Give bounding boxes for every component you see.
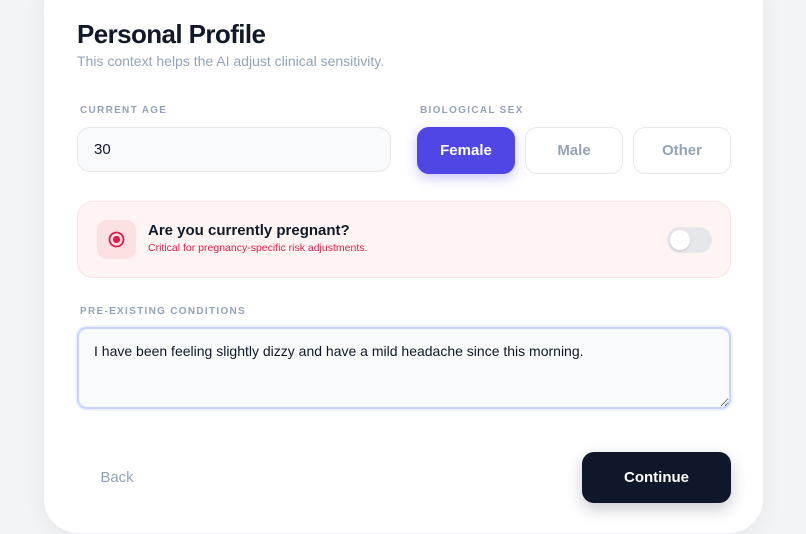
conditions-textarea[interactable]: I have been feeling slightly dizzy and h… xyxy=(77,327,731,409)
toggle-knob xyxy=(670,230,690,250)
pregnancy-note: Critical for pregnancy-specific risk adj… xyxy=(148,242,368,254)
page-title: Personal Profile xyxy=(77,19,266,49)
page-subtitle: This context helps the AI adjust clinica… xyxy=(77,53,385,69)
age-input[interactable] xyxy=(77,127,391,172)
pregnancy-question: Are you currently pregnant? xyxy=(148,222,350,239)
sex-label: BIOLOGICAL SEX xyxy=(420,105,524,116)
sex-option-female[interactable]: Female xyxy=(417,127,515,174)
pregnancy-panel: Are you currently pregnant? Critical for… xyxy=(77,201,731,278)
conditions-label: PRE-EXISTING CONDITIONS xyxy=(80,306,247,317)
back-button[interactable]: Back xyxy=(77,452,157,502)
sex-option-male[interactable]: Male xyxy=(525,127,623,174)
pregnancy-toggle[interactable] xyxy=(667,227,712,253)
age-label: CURRENT AGE xyxy=(80,105,168,116)
radio-target-icon xyxy=(97,220,136,259)
sex-option-other[interactable]: Other xyxy=(633,127,731,174)
continue-button[interactable]: Continue xyxy=(582,452,731,503)
